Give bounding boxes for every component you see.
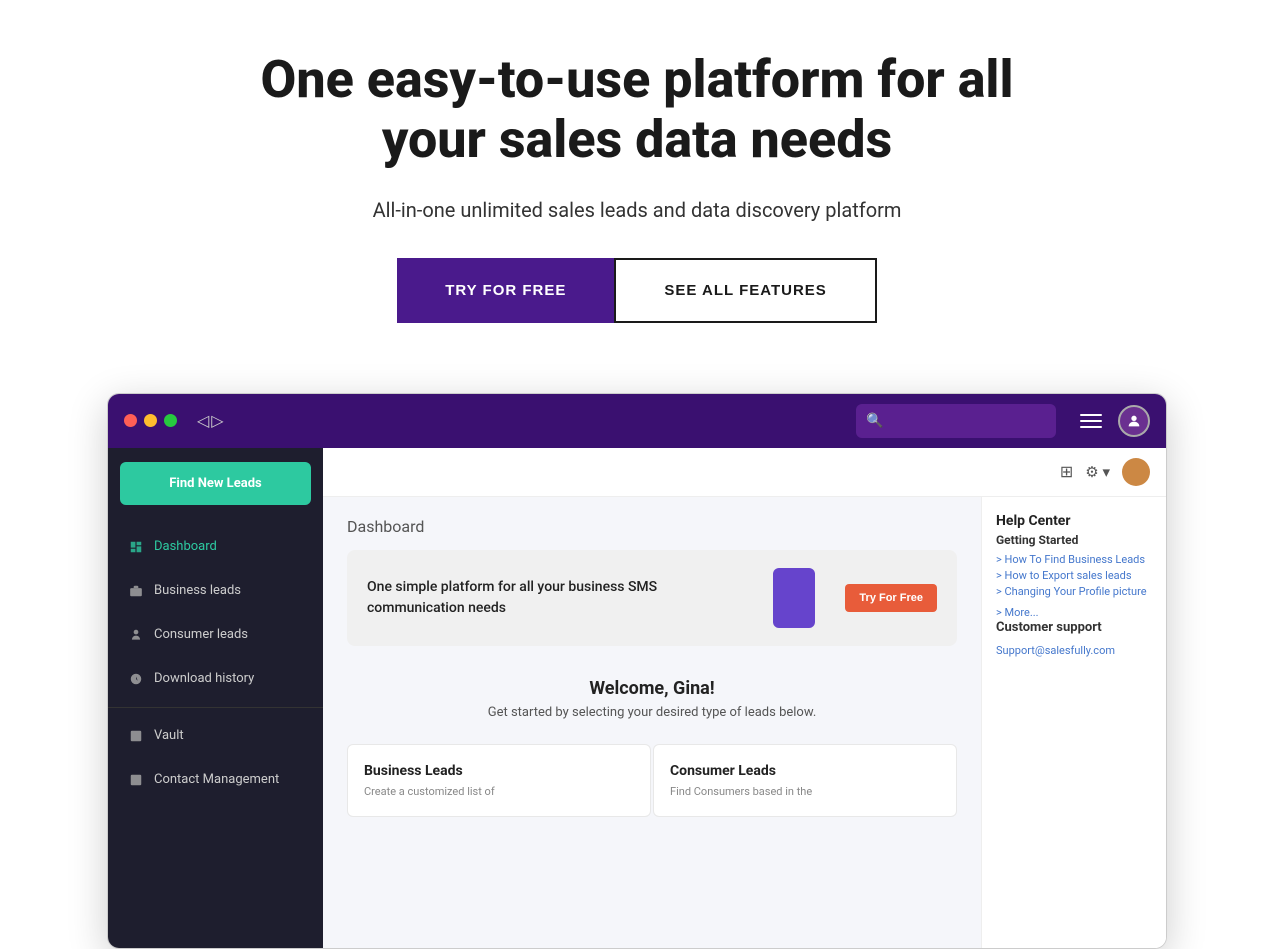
find-new-leads-button[interactable]: Find New Leads (120, 462, 311, 505)
sidebar: Find New Leads Dashboard Business leads (108, 448, 323, 948)
support-email-link[interactable]: Support@salesfully.com (996, 644, 1115, 657)
business-leads-title: Business Leads (364, 763, 634, 779)
help-link-1[interactable]: > How To Find Business Leads (996, 553, 1152, 566)
contact-icon (128, 772, 144, 788)
avatar[interactable] (1122, 458, 1150, 486)
maximize-window-icon[interactable] (164, 414, 177, 427)
sidebar-item-consumer-leads[interactable]: Consumer leads (108, 613, 323, 657)
try-for-free-button[interactable]: TRY FOR FREE (397, 258, 614, 323)
help-link-3[interactable]: > Changing Your Profile picture (996, 585, 1152, 598)
hamburger-menu-icon[interactable] (1080, 414, 1102, 428)
app-topbar: ◁▷ 🔍 (108, 394, 1166, 448)
help-panel: Help Center Getting Started > How To Fin… (981, 497, 1166, 948)
banner-visual (727, 568, 845, 628)
search-icon: 🔍 (866, 413, 883, 429)
app-body: Find New Leads Dashboard Business leads (108, 448, 1166, 948)
app-inner-topbar: ⊞ ⚙ ▾ (323, 448, 1166, 497)
hero-subtitle: All-in-one unlimited sales leads and dat… (20, 198, 1254, 222)
sidebar-item-contact-management[interactable]: Contact Management (108, 758, 323, 802)
close-window-icon[interactable] (124, 414, 137, 427)
person-icon (128, 627, 144, 643)
banner-text: One simple platform for all your busines… (367, 577, 727, 619)
phone-illustration (773, 568, 815, 628)
sidebar-item-business-leads[interactable]: Business leads (108, 569, 323, 613)
traffic-lights (124, 414, 177, 427)
welcome-title: Welcome, Gina! (347, 678, 957, 699)
sidebar-item-label: Download history (154, 671, 254, 686)
sidebar-item-vault[interactable]: Vault (108, 714, 323, 758)
sidebar-item-label: Dashboard (154, 539, 217, 554)
business-leads-desc: Create a customized list of (364, 785, 634, 798)
getting-started-label: Getting Started (996, 533, 1152, 547)
hero-section: One easy-to-use platform for all your sa… (0, 0, 1274, 393)
minimize-window-icon[interactable] (144, 414, 157, 427)
grid-view-icon[interactable]: ⊞ (1060, 462, 1073, 481)
history-icon (128, 671, 144, 687)
customer-support-label: Customer support (996, 620, 1152, 635)
settings-icon[interactable]: ⚙ ▾ (1085, 463, 1110, 481)
leads-cards: Business Leads Create a customized list … (347, 744, 957, 817)
consumer-leads-desc: Find Consumers based in the (670, 785, 940, 798)
sidebar-item-label: Consumer leads (154, 627, 248, 642)
sidebar-divider (108, 707, 323, 708)
welcome-subtitle: Get started by selecting your desired ty… (347, 705, 957, 720)
hero-buttons: TRY FOR FREE SEE ALL FEATURES (20, 258, 1254, 323)
app-right-body: Dashboard One simple platform for all yo… (323, 497, 1166, 948)
sidebar-item-dashboard[interactable]: Dashboard (108, 525, 323, 569)
user-account-icon[interactable] (1118, 405, 1150, 437)
hero-title: One easy-to-use platform for all your sa… (237, 50, 1037, 170)
help-link-2[interactable]: > How to Export sales leads (996, 569, 1152, 582)
app-right-wrapper: ⊞ ⚙ ▾ Dashboard One simple platform for … (323, 448, 1166, 948)
see-all-features-button[interactable]: SEE ALL FEATURES (614, 258, 876, 323)
nav-arrows-icon[interactable]: ◁▷ (197, 411, 226, 430)
search-bar[interactable]: 🔍 (856, 404, 1056, 438)
topbar-icons (1080, 405, 1150, 437)
sidebar-nav: Dashboard Business leads Consumer leads (108, 519, 323, 808)
dashboard-label: Dashboard (347, 517, 957, 536)
promo-banner: One simple platform for all your busines… (347, 550, 957, 646)
welcome-section: Welcome, Gina! Get started by selecting … (347, 662, 957, 732)
banner-try-button[interactable]: Try For Free (845, 584, 937, 612)
consumer-leads-title: Consumer Leads (670, 763, 940, 779)
dashboard-icon (128, 539, 144, 555)
main-content: Dashboard One simple platform for all yo… (323, 497, 981, 948)
business-leads-card[interactable]: Business Leads Create a customized list … (347, 744, 651, 817)
help-center-title: Help Center (996, 513, 1152, 529)
sidebar-item-label: Contact Management (154, 772, 279, 787)
sidebar-item-label: Vault (154, 728, 184, 743)
help-more-link[interactable]: > More... (996, 606, 1039, 619)
sidebar-item-download-history[interactable]: Download history (108, 657, 323, 701)
vault-icon (128, 728, 144, 744)
briefcase-icon (128, 583, 144, 599)
app-screenshot: ◁▷ 🔍 Find New Leads (107, 393, 1167, 949)
sidebar-item-label: Business leads (154, 583, 241, 598)
consumer-leads-card[interactable]: Consumer Leads Find Consumers based in t… (653, 744, 957, 817)
